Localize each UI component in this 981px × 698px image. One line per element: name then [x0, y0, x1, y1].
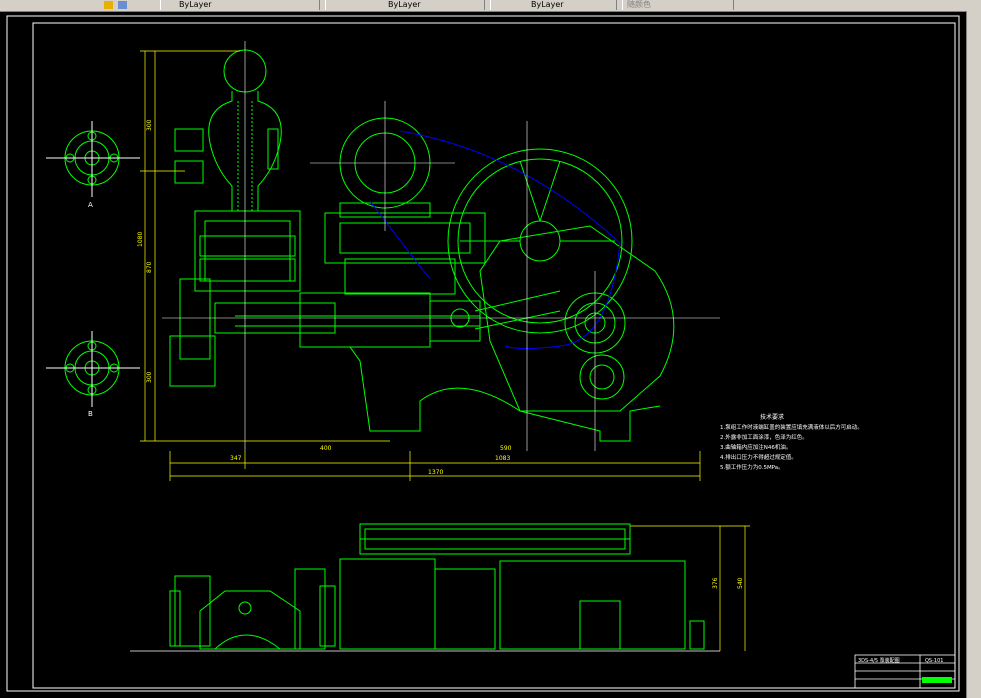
notes-line-3: 3.曲轴箱内应加注N46机油。 — [720, 443, 791, 451]
sheet-outer-border — [6, 15, 960, 692]
notes-line-1: 1.泵组工作时液端缸盖的装置应填充满液体以后方可启动。 — [720, 423, 863, 431]
layer-state-icon[interactable] — [104, 1, 113, 9]
notes-line-5: 5.额工作压力为0.5MPa。 — [720, 463, 784, 471]
view-b-label: B — [88, 410, 93, 418]
lineweight-value: ByLayer — [531, 0, 564, 9]
view-a-flange — [46, 121, 140, 197]
title-drawing-code: QS-101 — [925, 658, 943, 664]
layer-manager-icon[interactable] — [118, 1, 127, 9]
dim-1370: 1370 — [428, 469, 443, 476]
plotstyle-dropdown[interactable]: 随颜色 — [622, 0, 734, 10]
drawing-canvas[interactable]: A B 300 870 1080 300 347 400 590 1083 13… — [0, 11, 966, 698]
dim-side-inner: 376 — [712, 577, 719, 589]
dim-top-vertical: 300 — [146, 119, 153, 131]
center-lines — [162, 41, 720, 451]
pump-front-view — [169, 49, 675, 442]
color-value: ByLayer — [179, 0, 212, 9]
linetype-dropdown[interactable]: ByLayer — [325, 0, 485, 10]
lineweight-dropdown[interactable]: ByLayer — [490, 0, 617, 10]
linetype-value: ByLayer — [388, 0, 421, 9]
dim-400: 400 — [320, 445, 332, 452]
plotstyle-value: 随颜色 — [627, 0, 651, 9]
dim-347: 347 — [230, 455, 242, 462]
dim-590: 590 — [500, 445, 512, 452]
notes-line-4: 4.排出口压力不得超过规定值。 — [720, 453, 797, 461]
dim-mid-vertical: 870 — [146, 261, 153, 273]
dim-total-vertical: 1080 — [137, 232, 144, 247]
title-drawing-name: 3DS-4/5 泵装配图 — [858, 657, 900, 664]
view-a-label: A — [88, 201, 93, 209]
sheet-inner-border — [32, 22, 956, 689]
dim-1083: 1083 — [495, 455, 510, 462]
color-dropdown[interactable]: ByLayer — [160, 0, 320, 10]
notes-title: 技术要求 — [760, 413, 784, 421]
pump-top-view — [169, 523, 705, 650]
notes-line-2: 2.外露非加工面涂漆，色泽为红色。 — [720, 433, 808, 441]
title-block-highlight — [922, 677, 952, 683]
vertical-scrollbar[interactable] — [966, 11, 981, 698]
dim-side-outer: 540 — [737, 577, 744, 589]
dim-bottom-vertical: 300 — [146, 371, 153, 383]
view-b-flange — [46, 331, 140, 407]
